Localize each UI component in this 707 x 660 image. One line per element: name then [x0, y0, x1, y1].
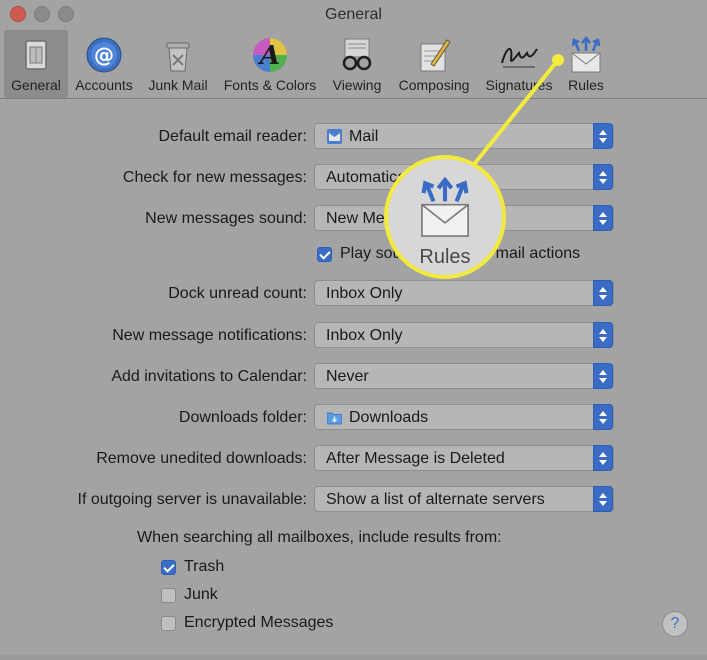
- popup-value: After Message is Deleted: [326, 450, 505, 467]
- popup-value: Show a list of alternate servers: [326, 491, 545, 508]
- default-reader-label: Default email reader:: [158, 128, 307, 145]
- rules-envelope-icon: [571, 35, 601, 73]
- remove-downloads-popup[interactable]: After Message is Deleted: [314, 445, 614, 471]
- check-new-row: Check for new messages: Automatically: [0, 164, 707, 192]
- popup-value: Mail: [349, 128, 379, 145]
- popup-arrows-icon: [593, 205, 613, 231]
- tab-general[interactable]: General: [4, 30, 68, 98]
- new-sound-row: New messages sound: New Messages Sound: [0, 205, 707, 233]
- popup-arrows-icon: [593, 280, 613, 306]
- search-heading: When searching all mailboxes, include re…: [137, 529, 502, 546]
- general-icon: [25, 40, 47, 70]
- popup-value: Inbox Only: [326, 327, 403, 344]
- downloads-folder-row: Downloads folder: Downloads: [0, 404, 707, 432]
- remove-downloads-label: Remove unedited downloads:: [96, 450, 307, 467]
- popup-arrows-icon: [593, 404, 613, 430]
- dock-unread-row: Dock unread count: Inbox Only: [0, 280, 707, 308]
- tab-label: Rules: [568, 77, 604, 93]
- trash-bin-icon: [166, 42, 190, 72]
- popup-value: Never: [326, 368, 369, 385]
- notifications-popup[interactable]: Inbox Only: [314, 322, 614, 348]
- encrypted-messages-checkbox[interactable]: [161, 616, 176, 631]
- tab-accounts[interactable]: @ Accounts: [70, 30, 138, 98]
- notifications-label: New message notifications:: [112, 327, 307, 344]
- outgoing-server-popup[interactable]: Show a list of alternate servers: [314, 486, 614, 512]
- invitations-row: Add invitations to Calendar: Never: [0, 363, 707, 391]
- popup-arrows-icon: [593, 363, 613, 389]
- signature-icon: [501, 48, 538, 68]
- popup-arrows-icon: [593, 445, 613, 471]
- tab-label: Signatures: [485, 77, 553, 93]
- tab-label: Accounts: [75, 77, 133, 93]
- general-settings-panel: Default email reader: Mail Check for new…: [0, 99, 707, 660]
- invitations-popup[interactable]: Never: [314, 363, 614, 389]
- encrypted-messages-label: Encrypted Messages: [184, 614, 334, 631]
- tab-label: Junk Mail: [148, 77, 208, 93]
- tab-junk-mail[interactable]: Junk Mail: [142, 30, 214, 98]
- glasses-icon: [342, 38, 372, 71]
- outgoing-server-label: If outgoing server is unavailable:: [77, 491, 307, 508]
- popup-value: Downloads: [349, 409, 429, 426]
- font-color-icon: A: [253, 38, 287, 72]
- play-sounds-checkbox[interactable]: [317, 247, 332, 262]
- check-new-label: Check for new messages:: [122, 169, 307, 186]
- popup-arrows-icon: [593, 123, 613, 149]
- remove-downloads-row: Remove unedited downloads: After Message…: [0, 445, 707, 473]
- window-title: General: [325, 6, 382, 23]
- preferences-toolbar: General @ Accounts Junk Mail A Fonts & C…: [0, 30, 707, 99]
- invitations-label: Add invitations to Calendar:: [111, 368, 307, 385]
- popup-arrows-icon: [593, 322, 613, 348]
- downloads-folder-icon: [327, 412, 342, 425]
- default-reader-row: Default email reader: Mail: [0, 123, 707, 151]
- tab-signatures[interactable]: Signatures: [480, 30, 558, 98]
- title-bar: General: [0, 0, 707, 30]
- help-button[interactable]: ?: [662, 611, 688, 637]
- dock-unread-label: Dock unread count:: [168, 285, 307, 302]
- mail-app-icon: [327, 129, 342, 144]
- trash-label: Trash: [184, 558, 225, 575]
- rules-envelope-icon: [421, 176, 469, 237]
- popup-arrows-icon: [593, 164, 613, 190]
- downloads-folder-popup[interactable]: Downloads: [314, 404, 614, 430]
- dock-unread-popup[interactable]: Inbox Only: [314, 280, 614, 306]
- at-icon: @: [86, 37, 122, 73]
- callout-label: Rules: [419, 246, 471, 268]
- new-sound-label: New messages sound:: [145, 210, 307, 227]
- svg-text:A: A: [257, 41, 280, 71]
- popup-arrows-icon: [593, 486, 613, 512]
- junk-label: Junk: [184, 586, 218, 603]
- notifications-row: New message notifications: Inbox Only: [0, 322, 707, 350]
- mail-preferences-window: General General @ Accounts Junk Mail A F…: [0, 0, 707, 660]
- tab-label: Fonts & Colors: [223, 77, 317, 93]
- rules-callout-magnifier: Rules: [384, 155, 506, 279]
- tab-rules[interactable]: Rules: [562, 30, 610, 98]
- outgoing-server-row: If outgoing server is unavailable: Show …: [0, 486, 707, 514]
- popup-value: Inbox Only: [326, 285, 403, 302]
- junk-checkbox[interactable]: [161, 588, 176, 603]
- tab-composing[interactable]: Composing: [392, 30, 476, 98]
- tab-label: General: [11, 77, 61, 93]
- tab-label: Viewing: [332, 77, 382, 93]
- svg-text:@: @: [94, 43, 114, 67]
- trash-checkbox[interactable]: [161, 560, 176, 575]
- default-reader-popup[interactable]: Mail: [314, 123, 614, 149]
- tab-viewing[interactable]: Viewing: [326, 30, 388, 98]
- downloads-folder-label: Downloads folder:: [178, 409, 307, 426]
- pencil-note-icon: [420, 39, 451, 72]
- tab-fonts-colors[interactable]: A Fonts & Colors: [218, 30, 322, 98]
- tab-label: Composing: [398, 77, 470, 93]
- window-bottom-edge: [0, 655, 707, 660]
